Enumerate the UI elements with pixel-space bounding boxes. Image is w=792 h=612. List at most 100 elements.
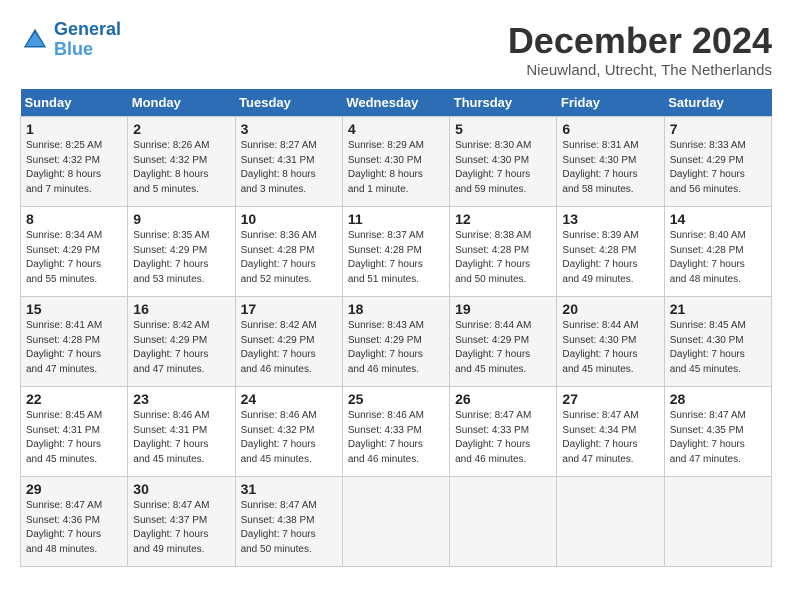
- day-cell: 3 Sunrise: 8:27 AM Sunset: 4:31 PM Daylig…: [235, 117, 342, 207]
- day-number: 10: [241, 211, 337, 227]
- weekday-header-sunday: Sunday: [21, 89, 128, 117]
- day-cell: 16 Sunrise: 8:42 AM Sunset: 4:29 PM Dayli…: [128, 297, 235, 387]
- day-info: Sunrise: 8:46 AM Sunset: 4:33 PM Dayligh…: [348, 409, 444, 467]
- day-number: 15: [26, 301, 122, 317]
- day-number: 28: [670, 391, 766, 407]
- weekday-header-saturday: Saturday: [664, 89, 771, 117]
- day-info: Sunrise: 8:47 AM Sunset: 4:38 PM Dayligh…: [241, 499, 337, 557]
- day-number: 29: [26, 481, 122, 497]
- day-info: Sunrise: 8:25 AM Sunset: 4:32 PM Dayligh…: [26, 139, 122, 197]
- day-cell: 25Sunrise: 8:46 AM Sunset: 4:33 PM Dayli…: [342, 387, 449, 477]
- day-cell: 9 Sunrise: 8:35 AM Sunset: 4:29 PM Daylig…: [128, 207, 235, 297]
- day-info: Sunrise: 8:46 AM Sunset: 4:31 PM Dayligh…: [133, 409, 229, 467]
- day-info: Sunrise: 8:47 AM Sunset: 4:35 PM Dayligh…: [670, 409, 766, 467]
- week-row-1: 1 Sunrise: 8:25 AM Sunset: 4:32 PM Daylig…: [21, 117, 772, 207]
- day-info: Sunrise: 8:45 AM Sunset: 4:30 PM Dayligh…: [670, 319, 766, 377]
- day-info: Sunrise: 8:33 AM Sunset: 4:29 PM Dayligh…: [670, 139, 766, 197]
- day-cell: 10Sunrise: 8:36 AM Sunset: 4:28 PM Dayli…: [235, 207, 342, 297]
- day-number: 18: [348, 301, 444, 317]
- day-info: Sunrise: 8:45 AM Sunset: 4:31 PM Dayligh…: [26, 409, 122, 467]
- day-number: 24: [241, 391, 337, 407]
- day-info: Sunrise: 8:27 AM Sunset: 4:31 PM Dayligh…: [241, 139, 337, 197]
- day-info: Sunrise: 8:37 AM Sunset: 4:28 PM Dayligh…: [348, 229, 444, 287]
- day-cell: 6 Sunrise: 8:31 AM Sunset: 4:30 PM Daylig…: [557, 117, 664, 207]
- day-number: 19: [455, 301, 551, 317]
- day-cell: 30Sunrise: 8:47 AM Sunset: 4:37 PM Dayli…: [128, 477, 235, 567]
- logo-icon: [20, 25, 50, 55]
- location-subtitle: Nieuwland, Utrecht, The Netherlands: [508, 62, 772, 79]
- day-cell: [450, 477, 557, 567]
- day-number: 14: [670, 211, 766, 227]
- weekday-header-tuesday: Tuesday: [235, 89, 342, 117]
- day-info: Sunrise: 8:40 AM Sunset: 4:28 PM Dayligh…: [670, 229, 766, 287]
- day-info: Sunrise: 8:39 AM Sunset: 4:28 PM Dayligh…: [562, 229, 658, 287]
- week-row-2: 8 Sunrise: 8:34 AM Sunset: 4:29 PM Daylig…: [21, 207, 772, 297]
- weekday-header-monday: Monday: [128, 89, 235, 117]
- day-number: 5: [455, 121, 551, 137]
- day-cell: [342, 477, 449, 567]
- page-header: General Blue December 2024 Nieuwland, Ut…: [20, 20, 772, 79]
- day-number: 11: [348, 211, 444, 227]
- weekday-header-friday: Friday: [557, 89, 664, 117]
- day-cell: 21 Sunrise: 8:45 AM Sunset: 4:30 PM Dayli…: [664, 297, 771, 387]
- day-info: Sunrise: 8:44 AM Sunset: 4:29 PM Dayligh…: [455, 319, 551, 377]
- day-number: 3: [241, 121, 337, 137]
- day-cell: 23 Sunrise: 8:46 AM Sunset: 4:31 PM Dayli…: [128, 387, 235, 477]
- day-info: Sunrise: 8:26 AM Sunset: 4:32 PM Dayligh…: [133, 139, 229, 197]
- weekday-header-thursday: Thursday: [450, 89, 557, 117]
- day-cell: 14 Sunrise: 8:40 AM Sunset: 4:28 PM Dayli…: [664, 207, 771, 297]
- day-info: Sunrise: 8:41 AM Sunset: 4:28 PM Dayligh…: [26, 319, 122, 377]
- day-cell: 18 Sunrise: 8:43 AM Sunset: 4:29 PM Dayli…: [342, 297, 449, 387]
- day-cell: 28 Sunrise: 8:47 AM Sunset: 4:35 PM Dayli…: [664, 387, 771, 477]
- day-number: 27: [562, 391, 658, 407]
- day-number: 31: [241, 481, 337, 497]
- month-title: December 2024: [508, 20, 772, 62]
- day-cell: 26Sunrise: 8:47 AM Sunset: 4:33 PM Dayli…: [450, 387, 557, 477]
- day-number: 12: [455, 211, 551, 227]
- day-cell: 20 Sunrise: 8:44 AM Sunset: 4:30 PM Dayli…: [557, 297, 664, 387]
- day-info: Sunrise: 8:42 AM Sunset: 4:29 PM Dayligh…: [133, 319, 229, 377]
- weekday-header-row: SundayMondayTuesdayWednesdayThursdayFrid…: [21, 89, 772, 117]
- day-number: 2: [133, 121, 229, 137]
- day-number: 22: [26, 391, 122, 407]
- day-info: Sunrise: 8:43 AM Sunset: 4:29 PM Dayligh…: [348, 319, 444, 377]
- day-cell: 2 Sunrise: 8:26 AM Sunset: 4:32 PM Daylig…: [128, 117, 235, 207]
- day-cell: 29Sunrise: 8:47 AM Sunset: 4:36 PM Dayli…: [21, 477, 128, 567]
- weekday-header-wednesday: Wednesday: [342, 89, 449, 117]
- day-cell: 1 Sunrise: 8:25 AM Sunset: 4:32 PM Daylig…: [21, 117, 128, 207]
- day-number: 17: [241, 301, 337, 317]
- day-info: Sunrise: 8:34 AM Sunset: 4:29 PM Dayligh…: [26, 229, 122, 287]
- day-info: Sunrise: 8:42 AM Sunset: 4:29 PM Dayligh…: [241, 319, 337, 377]
- calendar-table: SundayMondayTuesdayWednesdayThursdayFrid…: [20, 89, 772, 567]
- day-cell: 17 Sunrise: 8:42 AM Sunset: 4:29 PM Dayli…: [235, 297, 342, 387]
- day-number: 8: [26, 211, 122, 227]
- day-number: 26: [455, 391, 551, 407]
- day-number: 20: [562, 301, 658, 317]
- day-cell: 27 Sunrise: 8:47 AM Sunset: 4:34 PM Dayli…: [557, 387, 664, 477]
- day-info: Sunrise: 8:47 AM Sunset: 4:34 PM Dayligh…: [562, 409, 658, 467]
- logo-text: General Blue: [54, 20, 121, 60]
- week-row-4: 22 Sunrise: 8:45 AM Sunset: 4:31 PM Dayli…: [21, 387, 772, 477]
- day-info: Sunrise: 8:31 AM Sunset: 4:30 PM Dayligh…: [562, 139, 658, 197]
- day-cell: 24 Sunrise: 8:46 AM Sunset: 4:32 PM Dayli…: [235, 387, 342, 477]
- day-info: Sunrise: 8:35 AM Sunset: 4:29 PM Dayligh…: [133, 229, 229, 287]
- day-number: 9: [133, 211, 229, 227]
- logo: General Blue: [20, 20, 121, 60]
- day-info: Sunrise: 8:46 AM Sunset: 4:32 PM Dayligh…: [241, 409, 337, 467]
- day-number: 7: [670, 121, 766, 137]
- day-number: 16: [133, 301, 229, 317]
- title-block: December 2024 Nieuwland, Utrecht, The Ne…: [508, 20, 772, 79]
- day-info: Sunrise: 8:44 AM Sunset: 4:30 PM Dayligh…: [562, 319, 658, 377]
- day-cell: [557, 477, 664, 567]
- day-number: 21: [670, 301, 766, 317]
- day-cell: 5 Sunrise: 8:30 AM Sunset: 4:30 PM Daylig…: [450, 117, 557, 207]
- day-info: Sunrise: 8:30 AM Sunset: 4:30 PM Dayligh…: [455, 139, 551, 197]
- day-number: 23: [133, 391, 229, 407]
- day-cell: 22 Sunrise: 8:45 AM Sunset: 4:31 PM Dayli…: [21, 387, 128, 477]
- day-cell: 13Sunrise: 8:39 AM Sunset: 4:28 PM Dayli…: [557, 207, 664, 297]
- day-cell: 4Sunrise: 8:29 AM Sunset: 4:30 PM Daylig…: [342, 117, 449, 207]
- day-number: 6: [562, 121, 658, 137]
- day-number: 1: [26, 121, 122, 137]
- day-info: Sunrise: 8:38 AM Sunset: 4:28 PM Dayligh…: [455, 229, 551, 287]
- day-cell: 7 Sunrise: 8:33 AM Sunset: 4:29 PM Daylig…: [664, 117, 771, 207]
